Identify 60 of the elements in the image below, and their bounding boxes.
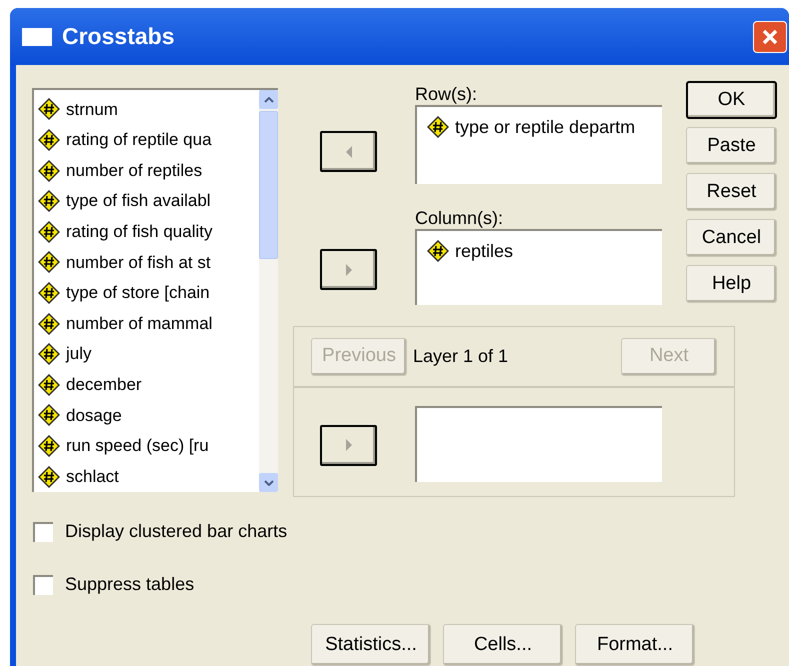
numeric-variable-icon — [38, 282, 60, 304]
variable-name: run speed (sec) [ru — [66, 435, 209, 458]
rows-list[interactable]: type or reptile departm — [415, 105, 662, 184]
dialog-button[interactable]: Statistics... — [311, 624, 431, 666]
variable-list[interactable]: strnum rating of reptile qua number of reptiles type of fish availabl rating of fish quality number of fish at st type of store [chain number of mammal july december dosage run speed (sec) [ru schlact — [32, 88, 278, 492]
layer-list[interactable] — [415, 406, 662, 482]
numeric-variable-icon — [38, 312, 60, 335]
numeric-variable-icon — [38, 220, 60, 243]
variable-name: type of store [chain — [66, 282, 210, 304]
variable-name: number of fish at st — [66, 252, 211, 274]
numeric-variable-icon — [427, 240, 449, 262]
numeric-variable-icon — [427, 116, 449, 138]
window-title: Crosstabs — [62, 22, 174, 52]
variable-name: strnum — [66, 98, 118, 121]
variable-name: reptiles — [455, 240, 514, 263]
columns-list[interactable]: reptiles — [415, 229, 662, 305]
dialog-button[interactable]: Cancel — [686, 219, 777, 257]
numeric-variable-icon — [38, 435, 60, 457]
dialog-button[interactable]: Format... — [575, 624, 695, 666]
numeric-variable-icon — [38, 128, 60, 151]
variable-name: number of reptiles — [66, 160, 202, 182]
close-icon — [761, 28, 779, 46]
move-button[interactable] — [320, 424, 377, 466]
checkbox-label: Suppress tables — [65, 573, 194, 596]
numeric-variable-icon — [38, 404, 60, 426]
variable-name: type of fish availabl — [66, 190, 211, 212]
variable-name: type or reptile departm — [455, 116, 636, 139]
window-icon — [22, 26, 52, 48]
scroll-up-icon[interactable] — [259, 90, 278, 109]
field-label: Row(s): — [415, 83, 478, 105]
numeric-variable-icon — [38, 98, 60, 120]
move-button[interactable] — [320, 249, 377, 290]
numeric-variable-icon — [38, 343, 60, 366]
move-button[interactable] — [320, 131, 377, 172]
field-label: Column(s): — [415, 207, 504, 229]
checkbox[interactable] — [33, 574, 53, 594]
checkbox[interactable] — [33, 522, 53, 542]
variable-name: dosage — [66, 404, 122, 427]
scroll-down-icon[interactable] — [259, 473, 278, 492]
variable-name: rating of fish quality — [66, 220, 212, 243]
variable-name: number of mammal — [66, 312, 212, 335]
dialog-button[interactable]: Cells... — [443, 624, 563, 666]
checkbox-label: Display clustered bar charts — [65, 520, 288, 543]
dialog-button[interactable]: Paste — [686, 127, 777, 165]
variable-name: schlact — [66, 466, 119, 488]
layer-caption: Layer 1 of 1 — [413, 345, 508, 368]
variable-name: rating of reptile qua — [66, 129, 212, 152]
numeric-variable-icon — [38, 374, 60, 396]
numeric-variable-icon — [38, 190, 60, 212]
dialog-button[interactable]: Reset — [686, 173, 777, 211]
numeric-variable-icon — [38, 160, 60, 182]
variable-name: december — [66, 374, 142, 396]
numeric-variable-icon — [38, 251, 60, 274]
variable-name: july — [66, 343, 92, 366]
scrollbar[interactable] — [259, 90, 278, 492]
dialog-button[interactable]: OK — [686, 81, 777, 119]
numeric-variable-icon — [38, 466, 60, 488]
close-button[interactable] — [753, 20, 787, 52]
dialog-button[interactable]: Help — [686, 265, 777, 303]
scroll-thumb[interactable] — [259, 111, 278, 259]
